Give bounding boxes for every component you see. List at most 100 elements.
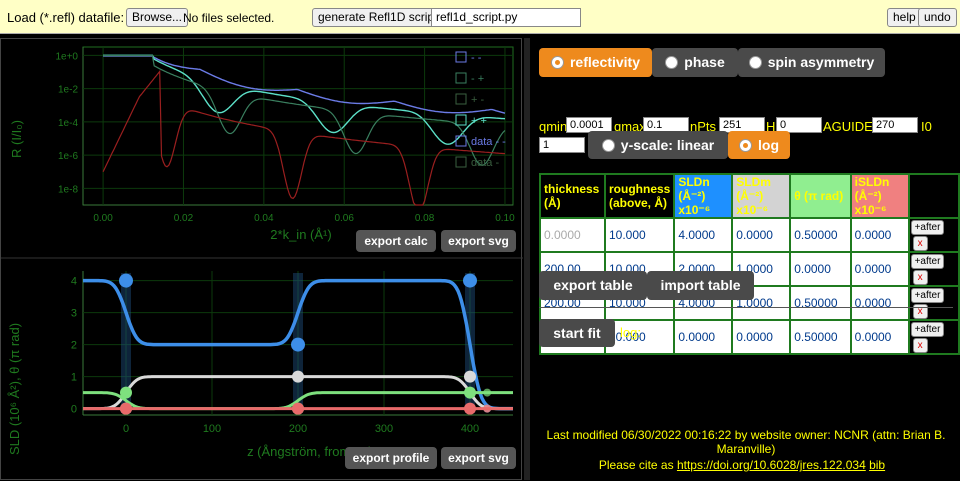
layer-cell[interactable]: 0.50000 (789, 217, 852, 253)
y-tick-label: 0 (71, 404, 77, 416)
y-tick-label: 2 (71, 340, 77, 352)
layer-cell[interactable]: 0.0000 (731, 217, 792, 253)
insert-after-button[interactable]: +after (910, 322, 945, 337)
layer-row: 0.0000 10.000 4.0000 0.0000 0.50000 0.0000 +af… (539, 217, 960, 253)
legend-label: - + (471, 73, 484, 85)
qmin-label: qmin (539, 119, 568, 134)
layer-cell[interactable]: 0.50000 (789, 285, 852, 321)
layer-table-header: thickness (Å) roughness (above, Å) SLDn (Å… (539, 173, 960, 219)
help-button[interactable]: help (887, 8, 922, 27)
legend-swatch (455, 93, 467, 105)
start-fit-button[interactable]: start fit (539, 319, 615, 347)
export-table-button[interactable]: export table (539, 271, 647, 300)
layer-cell[interactable]: 0.0000 (849, 285, 910, 321)
panel-splitter[interactable] (524, 38, 530, 480)
delete-row-button[interactable]: x (912, 270, 928, 285)
export-calc-button[interactable]: export calc (356, 230, 436, 252)
yscale-linear-radio-icon (601, 139, 615, 152)
x-tick-label: 0.08 (415, 213, 435, 224)
fit-log-label: log: (620, 325, 641, 340)
series-minus-plus-line (103, 55, 506, 166)
layer-cell[interactable]: 0.0000 (849, 251, 910, 287)
x-tick-label: 100 (203, 423, 221, 435)
x-tick-label: 200 (289, 423, 307, 435)
column-header: thickness (Å) (539, 173, 606, 219)
layer-cell[interactable]: 0.0000 (849, 319, 910, 355)
insert-after-button[interactable]: +after (910, 254, 945, 269)
row-actions: +afterx (907, 251, 960, 287)
reflectivity-curves (102, 54, 506, 206)
reflectivity-grid (83, 47, 513, 205)
tab-reflectivity[interactable]: reflectivity (539, 48, 652, 77)
row-actions: +afterx (907, 285, 960, 321)
script-filename-input[interactable]: refl1d_script.py (431, 8, 581, 27)
generate-script-button[interactable]: generate Refl1D script (312, 8, 444, 27)
tab-phase[interactable]: phase (652, 48, 738, 77)
i0-input[interactable]: 1 (539, 137, 585, 153)
doi-link[interactable]: https://doi.org/10.6028/jres.122.034 (677, 458, 866, 472)
yscale-log-radio-icon (739, 139, 752, 152)
tab-spin-asymmetry[interactable]: spin asymmetry (738, 48, 885, 77)
yscale-linear-toggle[interactable]: y-scale: linear (588, 131, 728, 159)
layer-cell[interactable]: 0.0000 (731, 319, 792, 355)
interface-handle (119, 273, 133, 288)
profile-plot[interactable]: 432100 100 200 300 400 SLD (10⁶ Å²), θ (π ra… (7, 271, 513, 459)
phase-radio-icon (665, 56, 679, 69)
insert-after-button[interactable]: +after (910, 220, 945, 235)
plots-panel: 1e+0 1e-2 1e-4 1e-6 1e-8 0.00 0.02 0.04 0.06 0.08… (0, 38, 523, 480)
i0-label: I0 (921, 119, 932, 134)
legend-swatch (455, 72, 467, 84)
yscale-log-label: log (758, 137, 779, 153)
layer-cell[interactable]: 0.50000 (789, 319, 852, 355)
layer-cell[interactable]: 0.0000 (849, 217, 910, 253)
row-actions: +afterx (907, 217, 960, 253)
y-tick-label: 1e-6 (58, 151, 78, 162)
column-header: iSLDn (Å⁻²) x10⁻⁶ (849, 173, 910, 219)
interface-handle (292, 402, 304, 415)
column-header: SLDn (Å⁻²) x10⁻⁶ (673, 173, 734, 219)
reflectivity-ticks: 1e+0 1e-2 1e-4 1e-6 1e-8 0.00 0.02 0.04 0.06 0.08… (55, 51, 515, 224)
bib-link[interactable]: bib (869, 458, 885, 472)
x-tick-label: 0.04 (254, 213, 274, 224)
legend-label: + + (471, 115, 487, 127)
reflectivity-plot[interactable]: 1e+0 1e-2 1e-4 1e-6 1e-8 0.00 0.02 0.04 0.06 0.08… (9, 46, 515, 242)
export-profile-svg-button[interactable]: export svg (441, 447, 516, 469)
interface-handle (463, 273, 477, 288)
row-actions: +afterx (907, 319, 960, 355)
browse-button[interactable]: Browse... (126, 8, 189, 27)
top-toolbar: Load (*.refl) datafile: Browse... No fil… (0, 0, 960, 34)
column-header: SLDm (Å⁻²) x10⁻⁶ (731, 173, 792, 219)
x-tick-label: 0.02 (174, 213, 194, 224)
reflectivity-radio-icon (550, 56, 564, 69)
layer-cell[interactable]: 0.0000 (789, 251, 852, 287)
yscale-log-toggle[interactable]: log (728, 131, 790, 159)
delete-row-button[interactable]: x (912, 338, 928, 353)
undo-button[interactable]: undo (918, 8, 957, 27)
interface-handle (120, 386, 132, 399)
delete-row-button[interactable]: x (912, 236, 928, 251)
profile-ylabel: SLD (10⁶ Å²), θ (π rad) (7, 323, 22, 455)
cite-prefix: Please cite as (598, 458, 674, 472)
insert-after-button[interactable]: +after (910, 288, 945, 303)
profile-curves (83, 273, 513, 415)
legend-swatch (455, 51, 467, 63)
layer-cell[interactable]: 4.0000 (673, 217, 734, 253)
column-header: roughness (above, Å) (603, 173, 676, 219)
layer-cell[interactable]: 0.0000 (539, 217, 606, 253)
aguide-label: AGUIDE (823, 119, 873, 134)
export-profile-button[interactable]: export profile (345, 447, 437, 469)
export-reflectivity-svg-button[interactable]: export svg (441, 230, 516, 252)
aguide-input[interactable]: 270 (872, 117, 918, 133)
legend-label: - - (471, 52, 482, 64)
import-table-button[interactable]: import table (647, 271, 754, 300)
y-tick-label: 3 (71, 308, 77, 320)
last-modified-text: Last modified 06/30/2022 00:16:22 by web… (546, 428, 946, 456)
layer-cell[interactable]: 0.0000 (673, 319, 734, 355)
tab-reflectivity-label: reflectivity (569, 54, 641, 70)
y-tick-label: 1e+0 (55, 51, 78, 62)
plots-svg: 1e+0 1e-2 1e-4 1e-6 1e-8 0.00 0.02 0.04 0.06 0.08… (1, 46, 523, 459)
x-tick-label: 0.00 (93, 213, 113, 224)
end-marker (483, 388, 492, 397)
y-tick-label: 1e-8 (58, 184, 78, 195)
layer-cell[interactable]: 10.000 (603, 217, 676, 253)
